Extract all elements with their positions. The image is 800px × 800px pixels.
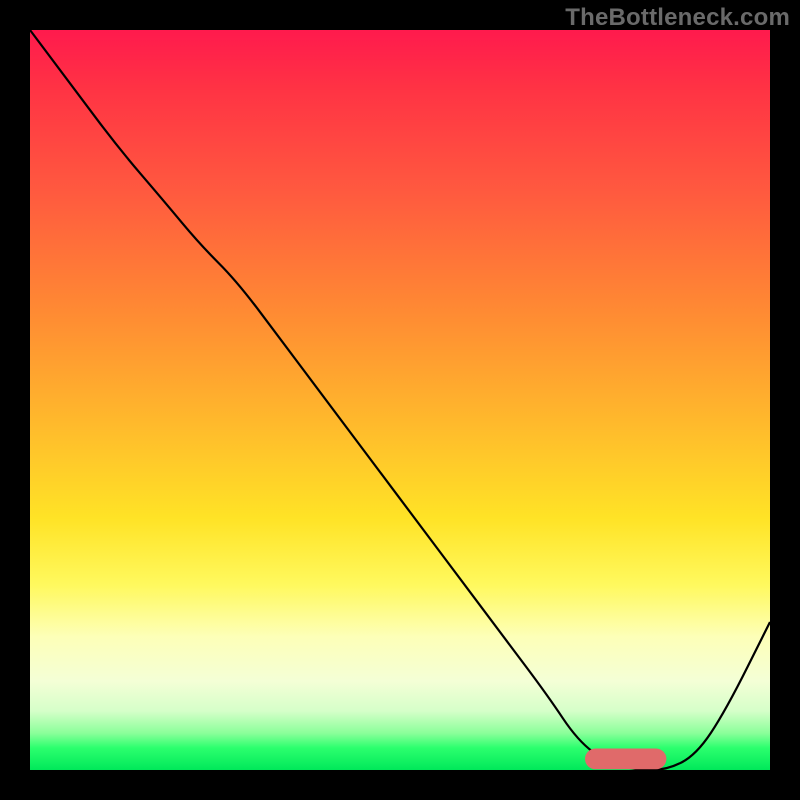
optimal-range-marker bbox=[585, 749, 666, 770]
plot-area bbox=[30, 30, 770, 770]
bottleneck-curve bbox=[30, 30, 770, 770]
chart-frame: TheBottleneck.com bbox=[0, 0, 800, 800]
chart-svg bbox=[30, 30, 770, 770]
watermark-text: TheBottleneck.com bbox=[565, 4, 790, 32]
